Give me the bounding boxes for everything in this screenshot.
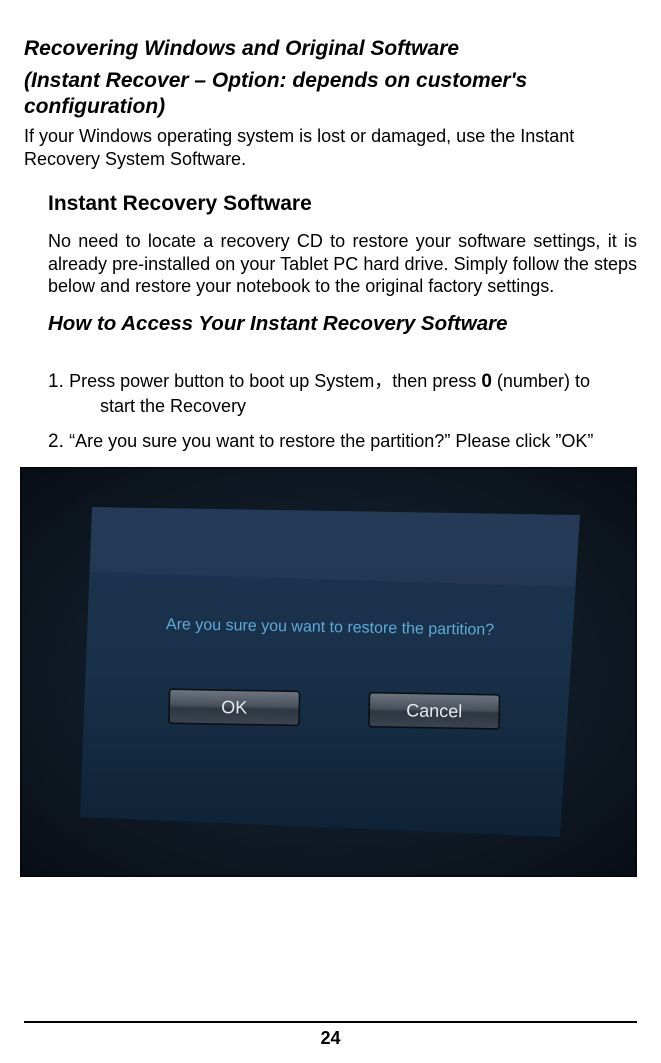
step-1-zero: 0 [481, 371, 492, 392]
step-2-text: “Are you sure you want to restore the pa… [69, 431, 593, 451]
footer-rule [24, 1021, 637, 1023]
intro-paragraph: If your Windows operating system is lost… [24, 125, 637, 170]
page-number: 24 [0, 1028, 661, 1049]
heading-how-to-access: How to Access Your Instant Recovery Soft… [48, 312, 637, 336]
heading-recovering: Recovering Windows and Original Software [24, 36, 637, 62]
step-1-text-a: Press power button to boot up System，the… [69, 371, 481, 391]
cancel-button-label: Cancel [406, 700, 462, 721]
body-paragraph: No need to locate a recovery CD to resto… [48, 230, 637, 298]
heading-instant-recovery-software: Instant Recovery Software [48, 192, 637, 216]
heading-instant-option: (Instant Recover – Option: depends on cu… [24, 68, 637, 119]
screenshot-dialog: Are you sure you want to restore the par… [20, 467, 637, 877]
ok-button-label: OK [221, 697, 247, 717]
step-1-text-b: (number) to [492, 371, 590, 391]
step-2: 2. “Are you sure you want to restore the… [48, 430, 637, 455]
step-1-cont: start the Recovery [48, 395, 637, 418]
step-1: 1. Press power button to boot up System，… [48, 370, 637, 418]
